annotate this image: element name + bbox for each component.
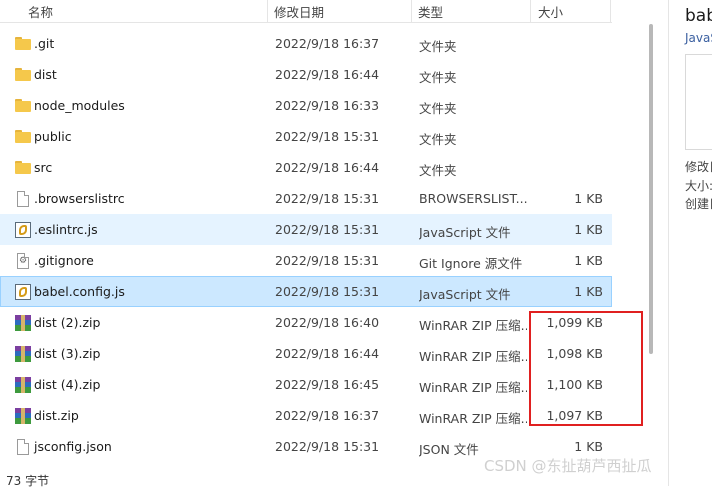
column-name-header[interactable]: 名称 — [28, 2, 53, 21]
file-type: 文件夹 — [419, 70, 457, 85]
file-row-git[interactable]: .git 2022/9/18 16:37 文件夹 — [0, 28, 612, 59]
file-date: 2022/9/18 15:31 — [275, 222, 380, 237]
file-size: 1 KB — [574, 439, 603, 454]
folder-icon — [15, 68, 31, 81]
file-date: 2022/9/18 16:45 — [275, 377, 380, 392]
folder-icon — [15, 99, 31, 112]
preview-size-label: 大小: — [685, 179, 712, 193]
column-divider[interactable] — [610, 0, 611, 22]
file-size: 1 KB — [574, 253, 603, 268]
file-type: 文件夹 — [419, 101, 457, 116]
file-name: dist.zip — [34, 408, 79, 423]
winrar-zip-icon — [15, 408, 31, 424]
file-type: WinRAR ZIP 压缩... — [419, 349, 527, 364]
column-divider[interactable] — [530, 0, 531, 22]
file-type: JavaScript 文件 — [419, 225, 511, 240]
file-name: .browserslistrc — [34, 191, 125, 206]
file-date: 2022/9/18 15:31 — [275, 253, 380, 268]
winrar-zip-icon — [15, 377, 31, 393]
watermark: CSDN @东扯葫芦西扯瓜 — [484, 457, 652, 475]
file-type: 文件夹 — [419, 132, 457, 147]
file-date: 2022/9/18 16:37 — [275, 408, 380, 423]
file-row-public[interactable]: public 2022/9/18 15:31 文件夹 — [0, 121, 612, 152]
column-divider[interactable] — [267, 0, 268, 22]
winrar-zip-icon — [15, 346, 31, 362]
file-icon — [17, 191, 29, 207]
file-name: node_modules — [34, 98, 125, 113]
file-size: 1 KB — [574, 284, 603, 299]
file-name: dist — [34, 67, 57, 82]
preview-title: babel.config.js — [685, 6, 712, 26]
column-type-header[interactable]: 类型 — [418, 2, 443, 21]
file-name: public — [34, 129, 72, 144]
status-bar-text: 73 字节 — [6, 474, 50, 488]
file-row-dist-2-zip[interactable]: dist (2).zip 2022/9/18 16:40 WinRAR ZIP … — [0, 307, 612, 338]
vertical-scrollbar[interactable] — [649, 24, 653, 354]
file-date: 2022/9/18 16:44 — [275, 67, 380, 82]
file-type: WinRAR ZIP 压缩... — [419, 380, 527, 395]
file-type: 文件夹 — [419, 163, 457, 178]
file-row-dist-4-zip[interactable]: dist (4).zip 2022/9/18 16:45 WinRAR ZIP … — [0, 369, 612, 400]
file-name: dist (4).zip — [34, 377, 101, 392]
file-name: dist (2).zip — [34, 315, 101, 330]
settings-file-icon: ⚙ — [17, 253, 29, 269]
file-size: 1 KB — [574, 222, 603, 237]
details-pane: babel.config.js JavaScript 文件 修改日期: 大小: … — [668, 0, 712, 486]
file-date: 2022/9/18 16:44 — [275, 160, 380, 175]
file-name: jsconfig.json — [34, 439, 112, 454]
file-date: 2022/9/18 15:31 — [275, 129, 380, 144]
file-row-src[interactable]: src 2022/9/18 16:44 文件夹 — [0, 152, 612, 183]
file-type: 文件夹 — [419, 39, 457, 54]
preview-thumbnail — [685, 54, 712, 150]
file-type: BROWSERSLIST... — [419, 191, 527, 206]
preview-created-label: 创建日期: — [685, 197, 712, 211]
column-header: 名称 修改日期 类型 大小 — [0, 0, 612, 23]
file-name: .git — [34, 36, 55, 51]
file-date: 2022/9/18 15:31 — [275, 191, 380, 206]
winrar-zip-icon — [15, 315, 31, 331]
file-name: src — [34, 160, 53, 175]
file-row-dist-3-zip[interactable]: dist (3).zip 2022/9/18 16:44 WinRAR ZIP … — [0, 338, 612, 369]
file-name: .gitignore — [34, 253, 94, 268]
file-icon — [17, 439, 29, 455]
column-divider[interactable] — [411, 0, 412, 22]
file-date: 2022/9/18 15:31 — [275, 284, 380, 299]
column-modified-header[interactable]: 修改日期 — [274, 2, 324, 21]
file-row-babel-config[interactable]: babel.config.js 2022/9/18 15:31 JavaScri… — [0, 276, 612, 307]
js-file-icon — [15, 284, 31, 300]
file-row-node-modules[interactable]: node_modules 2022/9/18 16:33 文件夹 — [0, 90, 612, 121]
js-file-icon — [15, 222, 31, 238]
folder-icon — [15, 130, 31, 143]
column-size-header[interactable]: 大小 — [538, 2, 563, 21]
file-size: 1 KB — [574, 191, 603, 206]
file-type: WinRAR ZIP 压缩... — [419, 411, 527, 426]
preview-modified-label: 修改日期: — [685, 160, 712, 174]
file-row-dist[interactable]: dist 2022/9/18 16:44 文件夹 — [0, 59, 612, 90]
file-date: 2022/9/18 15:31 — [275, 439, 380, 454]
file-date: 2022/9/18 16:44 — [275, 346, 380, 361]
file-date: 2022/9/18 16:37 — [275, 36, 380, 51]
file-name: .eslintrc.js — [34, 222, 98, 237]
folder-icon — [15, 161, 31, 174]
file-row-eslintrc[interactable]: .eslintrc.js 2022/9/18 15:31 JavaScript … — [0, 214, 612, 245]
file-type: Git Ignore 源文件 — [419, 256, 523, 271]
file-type: JavaScript 文件 — [419, 287, 511, 302]
file-name: dist (3).zip — [34, 346, 101, 361]
highlight-box — [529, 311, 643, 426]
file-row-browserslistrc[interactable]: .browserslistrc 2022/9/18 15:31 BROWSERS… — [0, 183, 612, 214]
file-name: babel.config.js — [34, 284, 125, 299]
file-row-dist-zip[interactable]: dist.zip 2022/9/18 16:37 WinRAR ZIP 压缩..… — [0, 400, 612, 431]
preview-subtitle: JavaScript 文件 — [685, 31, 712, 45]
file-date: 2022/9/18 16:40 — [275, 315, 380, 330]
file-row-gitignore[interactable]: ⚙ .gitignore 2022/9/18 15:31 Git Ignore … — [0, 245, 612, 276]
folder-icon — [15, 37, 31, 50]
file-date: 2022/9/18 16:33 — [275, 98, 380, 113]
file-type: WinRAR ZIP 压缩... — [419, 318, 527, 333]
file-list: .git 2022/9/18 16:37 文件夹 dist 2022/9/18 … — [0, 28, 612, 462]
